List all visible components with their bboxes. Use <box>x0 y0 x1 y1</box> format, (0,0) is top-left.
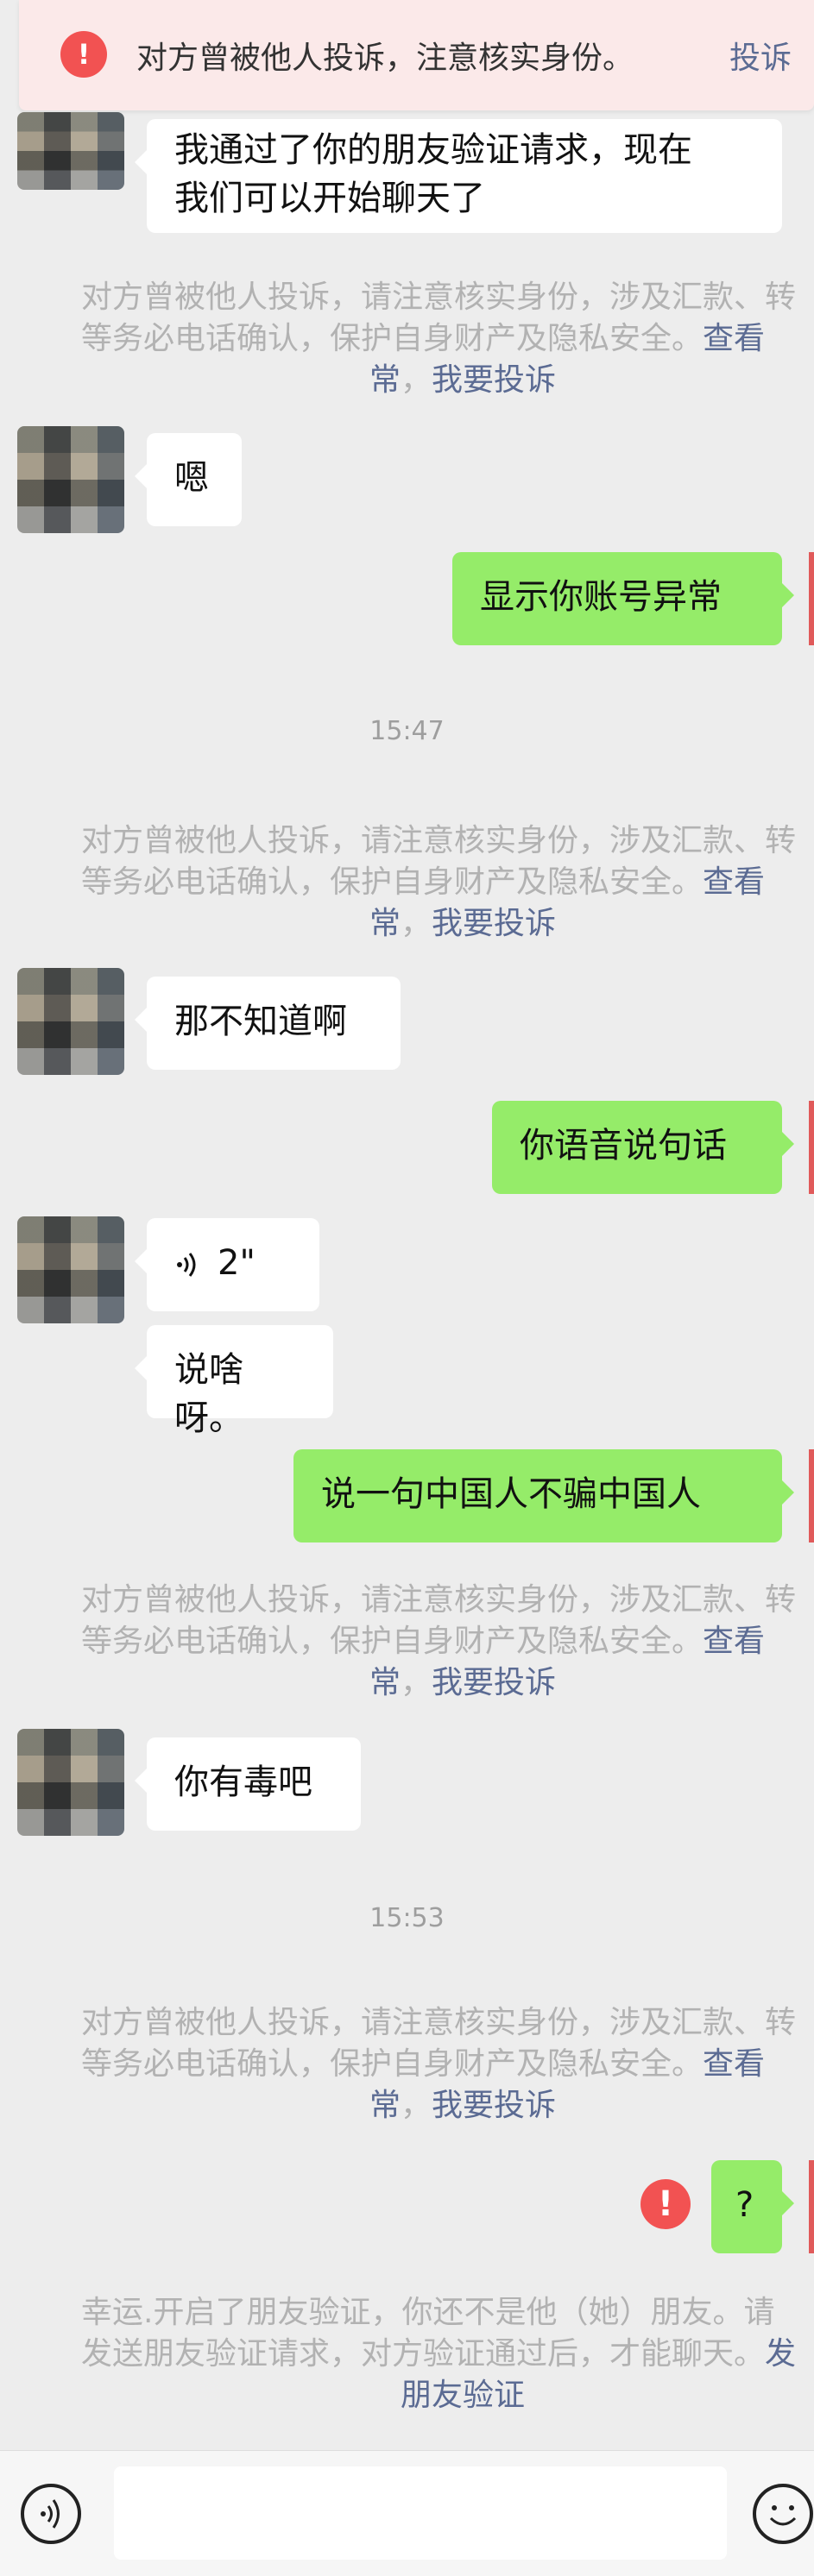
report-link[interactable]: 我要投诉 <box>432 362 556 398</box>
safety-warning-notice: 对方曾被他人投诉，请注意核实身份，涉及汇款、转 等务必电话确认，保护自身财产及隐… <box>0 2001 814 2131</box>
complaint-warning-banner: ! 对方曾被他人投诉，注意核实身份。 投诉 <box>19 0 814 110</box>
message-bubble-self[interactable]: 说一句中国人不骗中国人 <box>293 1449 794 1542</box>
view-detail-link[interactable]: 查看 <box>703 864 765 900</box>
view-abnormal-link[interactable]: 常 <box>369 2088 401 2123</box>
send-link[interactable]: 发 <box>765 2336 796 2372</box>
safety-warning-notice: 对方曾被他人投诉，请注意核实身份，涉及汇款、转 等务必电话确认，保护自身财产及隐… <box>0 1579 814 1708</box>
safety-warning-notice: 对方曾被他人投诉，请注意核实身份，涉及汇款、转 等务必电话确认，保护自身财产及隐… <box>0 276 814 405</box>
report-link[interactable]: 我要投诉 <box>432 1665 556 1700</box>
contact-avatar[interactable] <box>17 426 124 533</box>
smiley-icon <box>769 2505 797 2526</box>
timestamp: 15:47 <box>369 716 445 746</box>
notice-line2: 发送朋友验证请求，对方验证通过后，才能聊天。 <box>81 2336 766 2372</box>
message-bubble-self[interactable]: 显示你账号异常 <box>452 552 794 645</box>
warning-separator: ， <box>401 2088 432 2123</box>
self-avatar[interactable] <box>809 1101 814 1194</box>
report-link[interactable]: 我要投诉 <box>432 906 556 941</box>
message-bubble-self[interactable]: ? <box>711 2160 794 2253</box>
message-input[interactable] <box>114 2466 727 2560</box>
message-bubble-self[interactable]: 你语音说句话 <box>492 1101 794 1194</box>
voice-input-button[interactable] <box>21 2484 81 2544</box>
voice-duration: 2" <box>218 1243 256 1283</box>
voice-message-bubble[interactable]: 2" <box>135 1218 319 1311</box>
voice-icon <box>41 2499 60 2529</box>
warning-icon: ! <box>60 31 107 78</box>
timestamp: 15:53 <box>369 1903 445 1933</box>
warning-separator: ， <box>401 362 432 398</box>
warning-line1: 对方曾被他人投诉，请注意核实身份，涉及汇款、转 <box>81 280 797 315</box>
view-detail-link[interactable]: 查看 <box>703 321 765 356</box>
warning-separator: ， <box>401 1665 432 1700</box>
emoji-button[interactable] <box>753 2484 813 2544</box>
complaint-link[interactable]: 投诉 <box>729 33 792 78</box>
warning-line2: 等务必电话确认，保护自身财产及隐私安全。 <box>81 1624 704 1659</box>
safety-warning-notice: 对方曾被他人投诉，请注意核实身份，涉及汇款、转 等务必电话确认，保护自身财产及隐… <box>0 820 814 949</box>
contact-avatar[interactable] <box>17 1729 124 1836</box>
message-bubble[interactable]: 说啥呀。 <box>135 1325 333 1438</box>
view-abnormal-link[interactable]: 常 <box>369 362 401 398</box>
friend-verification-link[interactable]: 朋友验证 <box>401 2378 525 2413</box>
contact-avatar[interactable] <box>17 1216 124 1323</box>
view-detail-link[interactable]: 查看 <box>703 1624 765 1659</box>
message-bubble[interactable]: 嗯 <box>135 433 242 526</box>
warning-line1: 对方曾被他人投诉，请注意核实身份，涉及汇款、转 <box>81 2005 797 2040</box>
banner-text: 对方曾被他人投诉，注意核实身份。 <box>136 41 634 76</box>
notice-line1: 幸运.开启了朋友验证，你还不是他（她）朋友。请 <box>81 2295 775 2330</box>
message-bubble[interactable]: 我通过了你的朋友验证请求，现在 我们可以开始聊天了 <box>135 119 782 233</box>
voice-wave-icon <box>177 1253 196 1277</box>
message-bubble[interactable]: 你有毒吧 <box>135 1737 361 1831</box>
warning-separator: ， <box>401 906 432 941</box>
self-avatar[interactable] <box>809 1449 814 1542</box>
send-failed-icon[interactable]: ! <box>640 2179 691 2229</box>
view-detail-link[interactable]: 查看 <box>703 2046 765 2082</box>
warning-line2: 等务必电话确认，保护自身财产及隐私安全。 <box>81 2046 704 2082</box>
view-abnormal-link[interactable]: 常 <box>369 906 401 941</box>
warning-line2: 等务必电话确认，保护自身财产及隐私安全。 <box>81 864 704 900</box>
message-bubble[interactable]: 那不知道啊 <box>135 977 401 1070</box>
self-avatar[interactable] <box>809 2160 814 2253</box>
self-avatar[interactable] <box>809 552 814 645</box>
contact-avatar[interactable] <box>17 112 124 190</box>
friend-verification-notice: 幸运.开启了朋友验证，你还不是他（她）朋友。请 发送朋友验证请求，对方验证通过后… <box>0 2291 814 2421</box>
report-link[interactable]: 我要投诉 <box>432 2088 556 2123</box>
warning-line1: 对方曾被他人投诉，请注意核实身份，涉及汇款、转 <box>81 823 797 858</box>
view-abnormal-link[interactable]: 常 <box>369 1665 401 1700</box>
warning-line2: 等务必电话确认，保护自身财产及隐私安全。 <box>81 321 704 356</box>
contact-avatar[interactable] <box>17 968 124 1075</box>
input-bar <box>0 2450 814 2576</box>
warning-line1: 对方曾被他人投诉，请注意核实身份，涉及汇款、转 <box>81 1582 797 1618</box>
